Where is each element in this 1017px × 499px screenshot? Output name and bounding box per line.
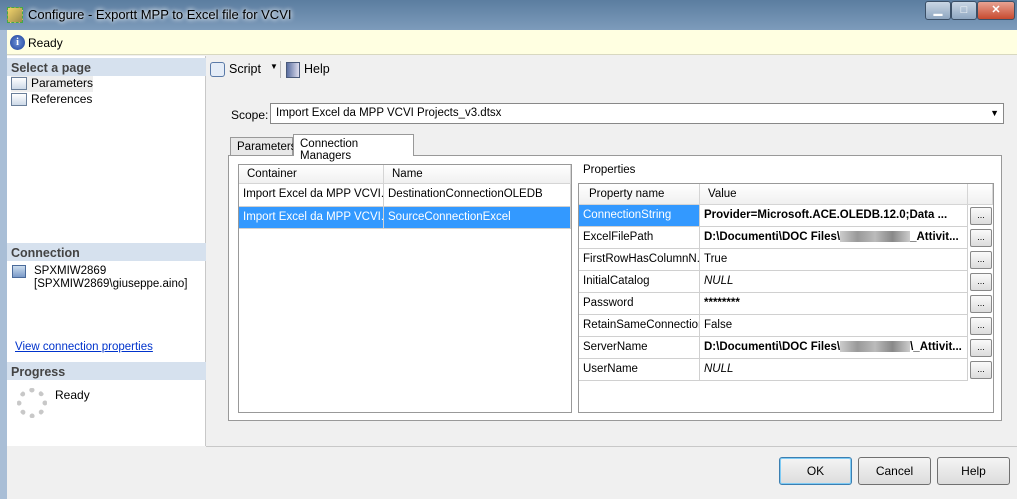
ellipsis-button[interactable]: ... <box>970 339 992 357</box>
scope-label: Scope: <box>231 108 269 122</box>
ellipsis-button[interactable]: ... <box>970 295 992 313</box>
property-name-cell[interactable]: ServerName <box>579 337 700 359</box>
footer-separator <box>206 446 1017 447</box>
column-header-value: Value <box>700 184 968 205</box>
redacted-text <box>840 341 911 353</box>
value-suffix: \_Attivit... <box>910 341 962 353</box>
property-value-cell[interactable]: False <box>700 315 968 337</box>
ellipsis-button[interactable]: ... <box>970 251 992 269</box>
page-label: Parameters <box>31 76 94 90</box>
tab-parameters[interactable]: Parameters <box>230 137 296 157</box>
ellipsis-button[interactable]: ... <box>970 317 992 335</box>
properties-grid: Property name Value ConnectionString Prov… <box>578 183 994 413</box>
column-header-name[interactable]: Name <box>384 165 571 184</box>
server-icon <box>12 265 26 278</box>
connection-name-cell[interactable]: SourceConnectionExcel <box>384 207 571 229</box>
script-icon <box>210 62 225 77</box>
ok-button[interactable]: OK <box>779 457 852 485</box>
page-item-references[interactable]: References <box>11 92 92 108</box>
property-name-cell[interactable]: InitialCatalog <box>579 271 700 293</box>
property-value-cell[interactable]: D:\Documenti\DOC Files\ _Attivit... <box>700 227 968 249</box>
page-item-parameters[interactable]: Parameters <box>11 76 94 92</box>
script-label: Script <box>229 62 261 76</box>
property-value-cell[interactable]: Provider=Microsoft.ACE.OLEDB.12.0;Data .… <box>700 205 968 227</box>
value-suffix: _Attivit... <box>910 231 959 243</box>
column-header-blank <box>968 184 993 205</box>
status-text: Ready <box>28 36 63 50</box>
properties-label: Properties <box>583 164 636 176</box>
help-label: Help <box>304 62 330 76</box>
server-name: SPXMIW2869 <box>34 265 107 277</box>
window-title: Configure - Exportt MPP to Excel file fo… <box>28 7 292 22</box>
column-header-container[interactable]: Container <box>239 165 384 184</box>
chevron-down-icon: ▼ <box>990 108 999 118</box>
property-name-cell[interactable]: ConnectionString <box>579 205 700 227</box>
app-icon <box>7 7 23 23</box>
property-name-cell[interactable]: RetainSameConnection <box>579 315 700 337</box>
property-value-cell[interactable]: NULL <box>700 359 968 381</box>
connection-name-cell[interactable]: DestinationConnectionOLEDB <box>384 184 571 207</box>
help-icon <box>286 62 300 78</box>
scope-value: Import Excel da MPP VCVI Projects_v3.dts… <box>276 107 502 119</box>
column-header-property-name: Property name <box>579 184 700 205</box>
property-name-cell[interactable]: ExcelFilePath <box>579 227 700 249</box>
page-icon <box>11 77 27 90</box>
connection-header: Connection <box>7 243 206 261</box>
container-cell[interactable]: Import Excel da MPP VCVI... <box>239 207 384 229</box>
tab-connection-managers[interactable]: Connection Managers <box>293 134 414 162</box>
value-prefix: D:\Documenti\DOC Files\ <box>704 341 841 353</box>
progress-spinner-icon <box>17 388 47 418</box>
help-toolbar-button[interactable]: Help <box>286 61 336 79</box>
redacted-text <box>840 231 911 243</box>
help-button[interactable]: Help <box>937 457 1010 485</box>
value-prefix: D:\Documenti\DOC Files\ <box>704 231 841 243</box>
progress-header: Progress <box>7 362 206 380</box>
ellipsis-button[interactable]: ... <box>970 229 992 247</box>
page-icon <box>11 93 27 106</box>
main-panel: Script ▼ Help Scope: Import Excel da MPP… <box>206 56 1017 446</box>
info-icon: i <box>10 35 25 50</box>
status-bar: i Ready <box>7 30 1017 55</box>
close-button[interactable]: ✕ <box>977 1 1015 20</box>
maximize-button[interactable]: □ <box>951 1 977 20</box>
ellipsis-button[interactable]: ... <box>970 273 992 291</box>
cancel-button[interactable]: Cancel <box>858 457 931 485</box>
ellipsis-button[interactable]: ... <box>970 207 992 225</box>
containers-grid: Container Name Import Excel da MPP VCVI.… <box>238 164 572 413</box>
property-name-cell[interactable]: FirstRowHasColumnN... <box>579 249 700 271</box>
left-panel: Select a page Parameters References Conn… <box>7 56 206 446</box>
toolbar-separator <box>280 61 281 78</box>
property-value-cell[interactable]: True <box>700 249 968 271</box>
scope-dropdown[interactable]: Import Excel da MPP VCVI Projects_v3.dts… <box>270 103 1004 124</box>
dropdown-arrow-icon[interactable]: ▼ <box>270 62 278 71</box>
ellipsis-button[interactable]: ... <box>970 361 992 379</box>
property-value-cell[interactable]: NULL <box>700 271 968 293</box>
select-page-header: Select a page <box>7 58 206 76</box>
view-connection-properties-link[interactable]: View connection properties <box>15 341 153 353</box>
property-name-cell[interactable]: Password <box>579 293 700 315</box>
container-cell[interactable]: Import Excel da MPP VCVI... <box>239 184 384 207</box>
property-value-cell[interactable]: ******** <box>700 293 968 315</box>
minimize-button[interactable]: ▁ <box>925 1 951 20</box>
property-value-cell[interactable]: D:\Documenti\DOC Files\ \_Attivit... <box>700 337 968 359</box>
page-label: References <box>31 92 93 106</box>
progress-status: Ready <box>55 388 90 402</box>
connection-user: [SPXMIW2869\giuseppe.aino] <box>34 278 188 290</box>
property-name-cell[interactable]: UserName <box>579 359 700 381</box>
